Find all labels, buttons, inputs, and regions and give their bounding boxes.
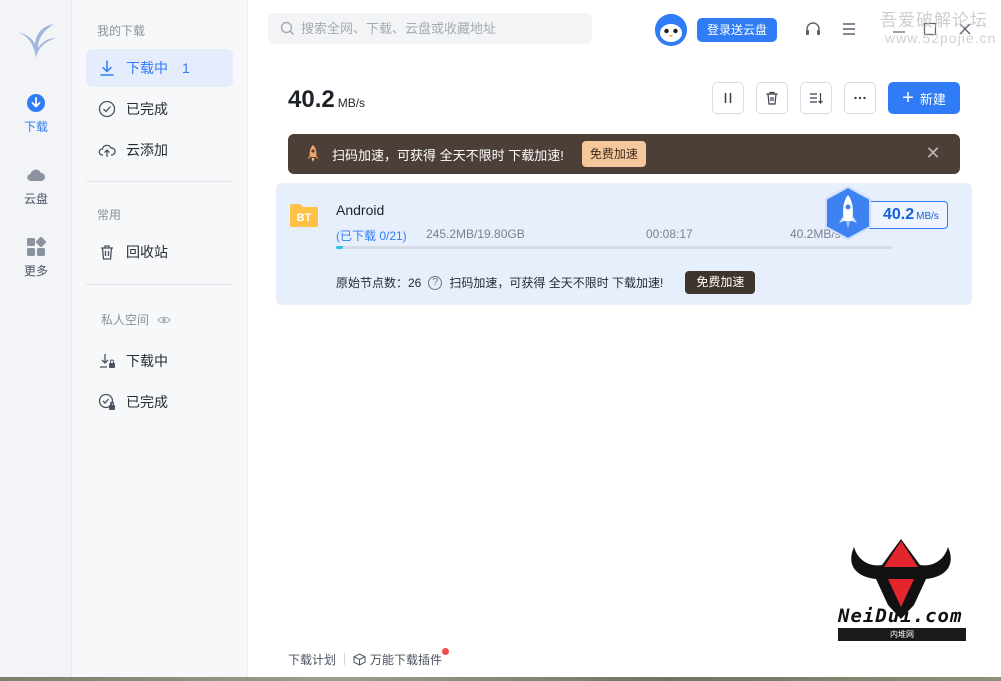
bt-folder-icon: BT bbox=[290, 204, 318, 227]
forum-watermark: 吾爱破解论坛 bbox=[880, 11, 988, 30]
rail-item-cloud[interactable]: 云盘 bbox=[0, 164, 72, 218]
locked-check-icon bbox=[98, 393, 115, 410]
sidebar-item-downloading[interactable]: 下载中 1 bbox=[86, 49, 233, 87]
rocket-hexagon-icon bbox=[825, 185, 871, 241]
plugin-label: 万能下载插件 bbox=[370, 653, 443, 667]
task-boost-text: 扫码加速，可获得 全天不限时 下载加速! bbox=[449, 276, 664, 290]
sort-button[interactable] bbox=[800, 82, 832, 114]
task-remaining-time: 00:08:17 bbox=[646, 227, 693, 241]
sidebar-item-label: 已完成 bbox=[126, 101, 168, 117]
task-free-boost-button[interactable]: 免费加速 bbox=[685, 271, 756, 294]
cloud-icon bbox=[27, 169, 45, 182]
divider bbox=[86, 181, 233, 182]
rail-item-label: 下载 bbox=[23, 120, 48, 134]
pause-icon bbox=[724, 93, 732, 103]
thunder-bird-logo-icon bbox=[18, 24, 56, 58]
sidebar: 我的下载 下载中 1 已完成 云添加 常用 回收站 私人空间 下载中 已完成 bbox=[72, 0, 248, 681]
headset-icon[interactable] bbox=[804, 20, 822, 38]
desktop-strip bbox=[0, 677, 1001, 681]
trash-icon bbox=[766, 91, 778, 105]
download-plan-link[interactable]: 下载计划 bbox=[288, 651, 336, 668]
bt-label: BT bbox=[297, 212, 312, 224]
speed-value: 40.2 bbox=[288, 86, 335, 113]
promo-banner: 扫码加速，可获得 全天不限时 下载加速! 免费加速 ✕ bbox=[288, 134, 960, 174]
check-circle-icon bbox=[98, 100, 116, 118]
node-count: 原始节点数：26 bbox=[336, 276, 422, 290]
new-task-button[interactable]: + 新建 bbox=[888, 82, 960, 114]
rail-item-download[interactable]: 下载 bbox=[0, 92, 72, 146]
divider bbox=[86, 284, 233, 285]
task-size: 245.2MB/19.80GB bbox=[426, 227, 525, 241]
banner-free-boost-button[interactable]: 免费加速 bbox=[581, 141, 646, 167]
download-arrow-icon bbox=[100, 60, 114, 76]
sidebar-item-cloud-add[interactable]: 云添加 bbox=[86, 131, 233, 169]
progress-fill bbox=[336, 246, 343, 249]
sidebar-item-completed[interactable]: 已完成 bbox=[86, 90, 233, 128]
left-rail: 下载 云盘 更多 bbox=[0, 0, 72, 681]
cube-icon bbox=[353, 653, 366, 666]
speed-unit: MB/s bbox=[337, 96, 366, 110]
eye-icon[interactable] bbox=[157, 313, 171, 327]
sidebar-item-private-completed[interactable]: 已完成 bbox=[86, 383, 233, 421]
speed-boost-badge[interactable]: 40.2 MB/s bbox=[822, 185, 950, 241]
divider bbox=[344, 653, 345, 665]
rail-item-label: 云盘 bbox=[23, 192, 48, 206]
sidebar-item-label: 下载中 bbox=[126, 60, 168, 76]
banner-close-icon[interactable]: ✕ bbox=[924, 144, 942, 162]
pause-all-button[interactable] bbox=[712, 82, 744, 114]
task-info-line: 原始节点数：26 ? 扫码加速，可获得 全天不限时 下载加速! 免费加速 bbox=[336, 271, 756, 294]
cloud-upload-icon bbox=[98, 144, 116, 157]
new-task-label: 新建 bbox=[919, 91, 946, 107]
private-space-label: 私人空间 bbox=[101, 313, 150, 327]
rocket-icon bbox=[307, 145, 319, 162]
task-status: (已下载 0/21) bbox=[336, 229, 407, 243]
total-speed: 40.2 MB/s bbox=[288, 86, 365, 114]
delete-button[interactable] bbox=[756, 82, 788, 114]
notification-dot bbox=[442, 648, 449, 655]
forum-watermark-url: www.52pojie.cn bbox=[885, 30, 997, 46]
download-circle-icon bbox=[27, 94, 45, 112]
boost-value: 40.2 bbox=[883, 206, 915, 223]
search-icon bbox=[280, 21, 294, 35]
sidebar-item-label: 回收站 bbox=[126, 244, 168, 260]
trash-icon bbox=[101, 245, 113, 260]
menu-icon[interactable] bbox=[840, 20, 858, 38]
section-header-private: 私人空间 bbox=[101, 311, 171, 328]
locked-download-icon bbox=[100, 354, 115, 368]
sidebar-item-recycle-bin[interactable]: 回收站 bbox=[86, 233, 233, 271]
grid-icon bbox=[27, 236, 47, 256]
sidebar-item-private-downloading[interactable]: 下载中 bbox=[86, 342, 233, 380]
rail-item-label: 更多 bbox=[23, 264, 48, 278]
brand-subtitle: 内堆网 bbox=[838, 628, 966, 641]
avatar[interactable] bbox=[655, 14, 687, 46]
sort-icon bbox=[810, 93, 823, 104]
plugin-link[interactable]: 万能下载插件 bbox=[353, 651, 442, 668]
section-header-common: 常用 bbox=[97, 208, 122, 222]
rail-item-more[interactable]: 更多 bbox=[0, 236, 72, 290]
sidebar-item-label: 下载中 bbox=[126, 353, 168, 369]
sidebar-item-label: 云添加 bbox=[126, 142, 168, 158]
ellipsis-icon bbox=[854, 96, 866, 100]
task-name: Android bbox=[336, 202, 385, 218]
search-box[interactable] bbox=[268, 13, 592, 44]
search-input[interactable] bbox=[301, 21, 581, 36]
brand-name: NeiDui.com bbox=[838, 605, 963, 627]
section-header-my-downloads: 我的下载 bbox=[97, 24, 146, 38]
more-button[interactable] bbox=[844, 82, 876, 114]
downloading-count: 1 bbox=[182, 60, 190, 76]
boost-unit: MB/s bbox=[916, 211, 939, 222]
progress-bar bbox=[336, 246, 892, 249]
plus-icon: + bbox=[902, 87, 914, 109]
sidebar-item-label: 已完成 bbox=[126, 394, 168, 410]
login-button[interactable]: 登录送云盘 bbox=[697, 18, 777, 42]
banner-text: 扫码加速，可获得 全天不限时 下载加速! bbox=[332, 147, 564, 163]
help-icon[interactable]: ? bbox=[428, 275, 443, 290]
